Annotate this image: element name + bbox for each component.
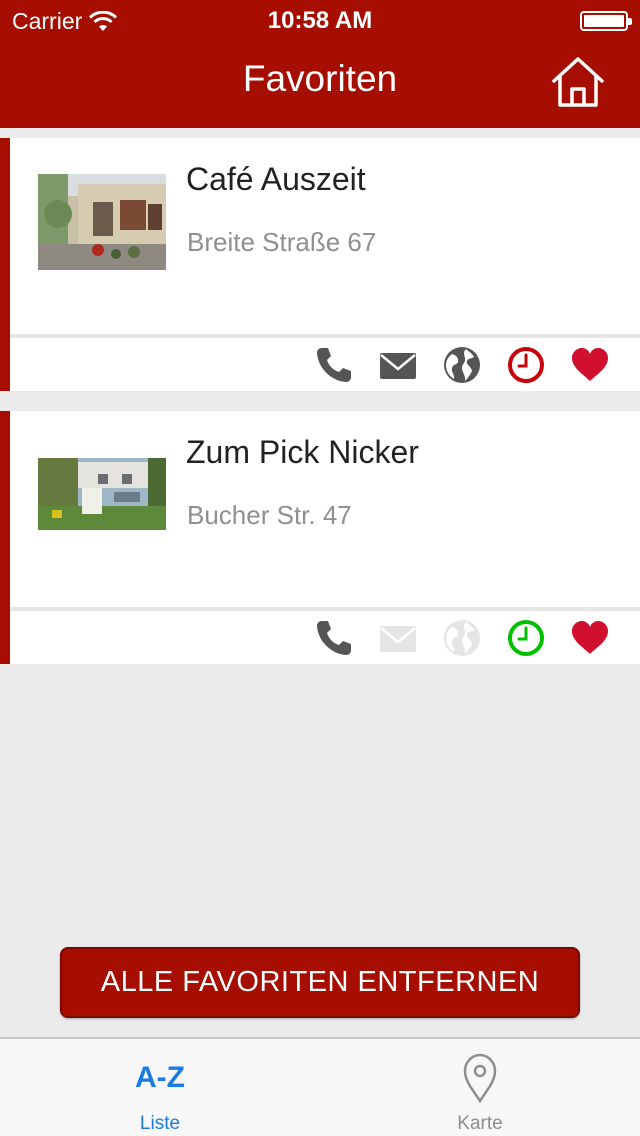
- az-icon: A-Z: [135, 1061, 185, 1094]
- home-icon[interactable]: [550, 56, 606, 108]
- tab-karte[interactable]: Karte: [320, 1039, 640, 1136]
- mail-icon[interactable]: [378, 345, 418, 385]
- venue-photo: [38, 458, 166, 530]
- map-pin-icon: [463, 1053, 497, 1103]
- globe-icon: [444, 620, 480, 656]
- tab-bar: A-Z Liste Karte: [0, 1037, 640, 1136]
- phone-icon[interactable]: [314, 345, 354, 385]
- card-divider: [10, 607, 640, 611]
- page-title: Favoriten: [242, 58, 398, 99]
- battery-icon: [580, 11, 632, 31]
- clock-icon[interactable]: [506, 618, 546, 658]
- tab-label: Liste: [139, 1113, 181, 1134]
- card-divider: [10, 334, 640, 338]
- status-time: 10:58 AM: [267, 7, 373, 34]
- clock-icon[interactable]: [506, 345, 546, 385]
- venue-address: Bucher Str. 47: [187, 500, 352, 530]
- card-accent-bar: [0, 411, 10, 664]
- venue-address: Breite Straße 67: [187, 227, 377, 257]
- tab-label: Karte: [457, 1113, 503, 1134]
- venue-photo: [38, 174, 166, 270]
- tab-liste[interactable]: A-Z Liste: [0, 1039, 320, 1136]
- favorite-card[interactable]: Café Auszeit Breite Straße 67: [0, 138, 640, 391]
- remove-all-favorites-button[interactable]: ALLE FAVORITEN ENTFERNEN: [60, 947, 580, 1018]
- venue-name: Café Auszeit: [186, 161, 366, 197]
- favorite-card[interactable]: Zum Pick Nicker Bucher Str. 47: [0, 411, 640, 664]
- card-accent-bar: [0, 138, 10, 391]
- globe-icon[interactable]: [442, 345, 482, 385]
- navigation-header: Carrier 10:58 AM Favoriten: [0, 0, 640, 128]
- heart-icon[interactable]: [570, 345, 610, 385]
- mail-icon: [380, 626, 416, 652]
- status-bar: Carrier 10:58 AM: [0, 0, 640, 40]
- phone-icon[interactable]: [314, 618, 354, 658]
- venue-name: Zum Pick Nicker: [186, 434, 419, 470]
- heart-icon[interactable]: [570, 618, 610, 658]
